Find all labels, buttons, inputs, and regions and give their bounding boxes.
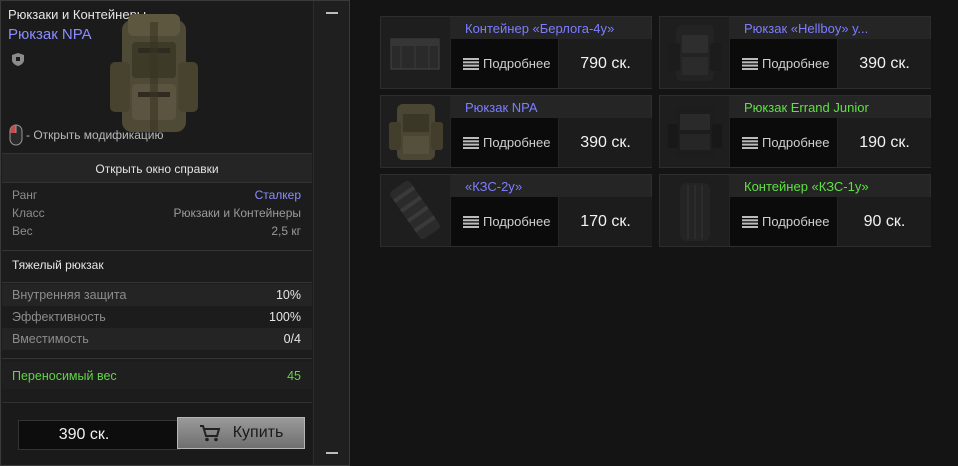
item-name: «КЗС-2у» (465, 179, 523, 194)
details-button[interactable]: Подробнее (451, 39, 558, 88)
game-shop-screen: Рюкзаки и Контейнеры Рюкзак NPA - Открыт… (0, 0, 958, 466)
details-button[interactable]: Подробнее (730, 118, 837, 167)
item-preview: Рюкзаки и Контейнеры Рюкзак NPA - Открыт… (2, 2, 312, 152)
container-icon (381, 17, 450, 88)
list-icon (463, 57, 479, 70)
details-label: Подробнее (483, 214, 551, 229)
item-name: Рюкзак NPA (465, 100, 538, 115)
item-type-label: Тяжелый рюкзак (12, 258, 104, 272)
details-label: Подробнее (762, 56, 830, 71)
item-price: 170 ск. (559, 197, 652, 246)
details-label: Подробнее (483, 135, 551, 150)
stat-row-efficiency: Эффективность 100% (2, 306, 312, 328)
stat-label: Эффективность (12, 310, 106, 324)
item-title: Рюкзак NPA (8, 26, 92, 43)
stat-value: 0/4 (283, 332, 301, 346)
divider (2, 250, 312, 251)
hint-text: - Открыть модификацию (26, 128, 164, 142)
item-stats: Внутренняя защита 10% Эффективность 100%… (2, 284, 312, 350)
scroll-down-button[interactable] (326, 452, 338, 454)
carry-weight-row: Переносимый вес 45 (2, 362, 312, 389)
details-label: Подробнее (483, 56, 551, 71)
item-properties: Ранг Сталкер Класс Рюкзаки и Контейнеры … (2, 186, 312, 240)
mouse-right-click-icon (9, 124, 23, 146)
list-icon (742, 215, 758, 228)
details-label: Подробнее (762, 214, 830, 229)
stat-label: Вместимость (12, 332, 89, 346)
prop-value: Рюкзаки и Контейнеры (173, 206, 301, 220)
item-price: 790 ск. (559, 39, 652, 88)
list-icon (463, 136, 479, 149)
item-name: Контейнер «КЗС-1у» (744, 179, 869, 194)
stat-label: Внутренняя защита (12, 288, 127, 302)
shop-item-card[interactable]: Рюкзак «Hellboy» у... Подробнее 390 ск. (659, 16, 931, 89)
item-price: 190 ск. (838, 118, 931, 167)
backpack-camo-icon (381, 96, 450, 167)
shop-item-card[interactable]: Контейнер «Берлога-4у» Подробнее 790 ск. (380, 16, 652, 89)
list-icon (742, 57, 758, 70)
panel-scrollbar[interactable] (313, 1, 349, 465)
price-display: 390 ск. (18, 420, 180, 450)
item-detail-panel: Рюкзаки и Контейнеры Рюкзак NPA - Открыт… (0, 0, 350, 466)
details-button[interactable]: Подробнее (451, 118, 558, 167)
purchase-bar: 390 ск. Купить (2, 402, 312, 464)
shop-item-card[interactable]: «КЗС-2у» Подробнее 170 ск. (380, 174, 652, 247)
item-name: Контейнер «Берлога-4у» (465, 21, 615, 36)
shield-icon (12, 53, 24, 66)
shop-item-card[interactable]: Рюкзак Errand Junior Подробнее 190 ск. (659, 95, 931, 168)
item-price: 390 ск. (838, 39, 931, 88)
prop-row-class: Класс Рюкзаки и Контейнеры (2, 204, 312, 222)
cart-icon (199, 425, 221, 442)
stat-value: 10% (275, 288, 301, 302)
open-help-button[interactable]: Открыть окно справки (2, 153, 312, 183)
prop-label: Ранг (12, 188, 38, 202)
item-price: 90 ск. (838, 197, 931, 246)
modification-hint: - Открыть модификацию (9, 124, 164, 146)
carry-value: 45 (287, 368, 301, 383)
list-icon (742, 136, 758, 149)
details-label: Подробнее (762, 135, 830, 150)
divider (2, 358, 312, 359)
buy-label: Купить (232, 424, 284, 441)
kzs-small-icon (660, 175, 729, 246)
prop-row-weight: Вес 2,5 кг (2, 222, 312, 240)
kzs-container-icon (381, 175, 450, 246)
item-name: Рюкзак «Hellboy» у... (744, 21, 869, 36)
shop-item-card[interactable]: Контейнер «КЗС-1у» Подробнее 90 ск. (659, 174, 931, 247)
stat-row-capacity: Вместимость 0/4 (2, 328, 312, 350)
item-price: 390 ск. (559, 118, 652, 167)
prop-label: Класс (12, 206, 45, 220)
backpack-black-icon (660, 96, 729, 167)
carry-label: Переносимый вес (12, 368, 117, 383)
stat-row-protection: Внутренняя защита 10% (2, 284, 312, 306)
prop-value: Сталкер (254, 188, 301, 202)
shop-item-card[interactable]: Рюкзак NPA Подробнее 390 ск. (380, 95, 652, 168)
buy-button[interactable]: Купить (177, 417, 305, 449)
details-button[interactable]: Подробнее (451, 197, 558, 246)
scroll-up-button[interactable] (326, 12, 338, 14)
list-icon (463, 215, 479, 228)
prop-value: 2,5 кг (271, 224, 301, 238)
item-name: Рюкзак Errand Junior (744, 100, 869, 115)
backpack-dark-icon (660, 17, 729, 88)
prop-row-rank: Ранг Сталкер (2, 186, 312, 204)
prop-label: Вес (12, 224, 33, 238)
details-button[interactable]: Подробнее (730, 39, 837, 88)
details-button[interactable]: Подробнее (730, 197, 837, 246)
stat-value: 100% (269, 310, 301, 324)
divider (2, 282, 312, 283)
